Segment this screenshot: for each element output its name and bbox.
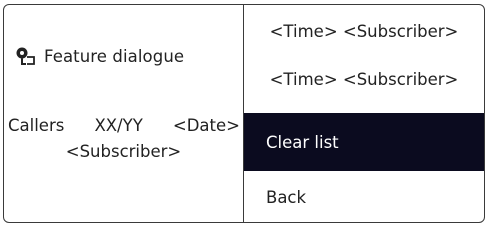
- callers-count: XX/YY: [94, 116, 143, 135]
- feature-key-icon: [16, 47, 35, 65]
- call-info-panel: Feature dialogue Callers XX/YY <Date> <S…: [4, 5, 243, 222]
- menu-item-back[interactable]: Back: [244, 171, 484, 222]
- menu-item-call-entry-2[interactable]: <Time> <Subscriber>: [244, 53, 484, 105]
- menu-item-clear-list[interactable]: Clear list: [244, 113, 484, 171]
- call-date: <Date>: [172, 116, 240, 135]
- feature-dialogue-label: Feature dialogue: [44, 46, 185, 66]
- caller-subscriber: <Subscriber>: [65, 142, 182, 161]
- phone-display: Feature dialogue Callers XX/YY <Date> <S…: [3, 4, 485, 223]
- context-menu: <Time> <Subscriber> <Time> <Subscriber> …: [244, 5, 484, 222]
- feature-dialogue-header: Feature dialogue: [14, 45, 184, 67]
- callers-line: Callers XX/YY <Date>: [8, 116, 240, 135]
- menu-item-call-entry-1[interactable]: <Time> <Subscriber>: [244, 5, 484, 57]
- callers-label: Callers: [8, 116, 65, 135]
